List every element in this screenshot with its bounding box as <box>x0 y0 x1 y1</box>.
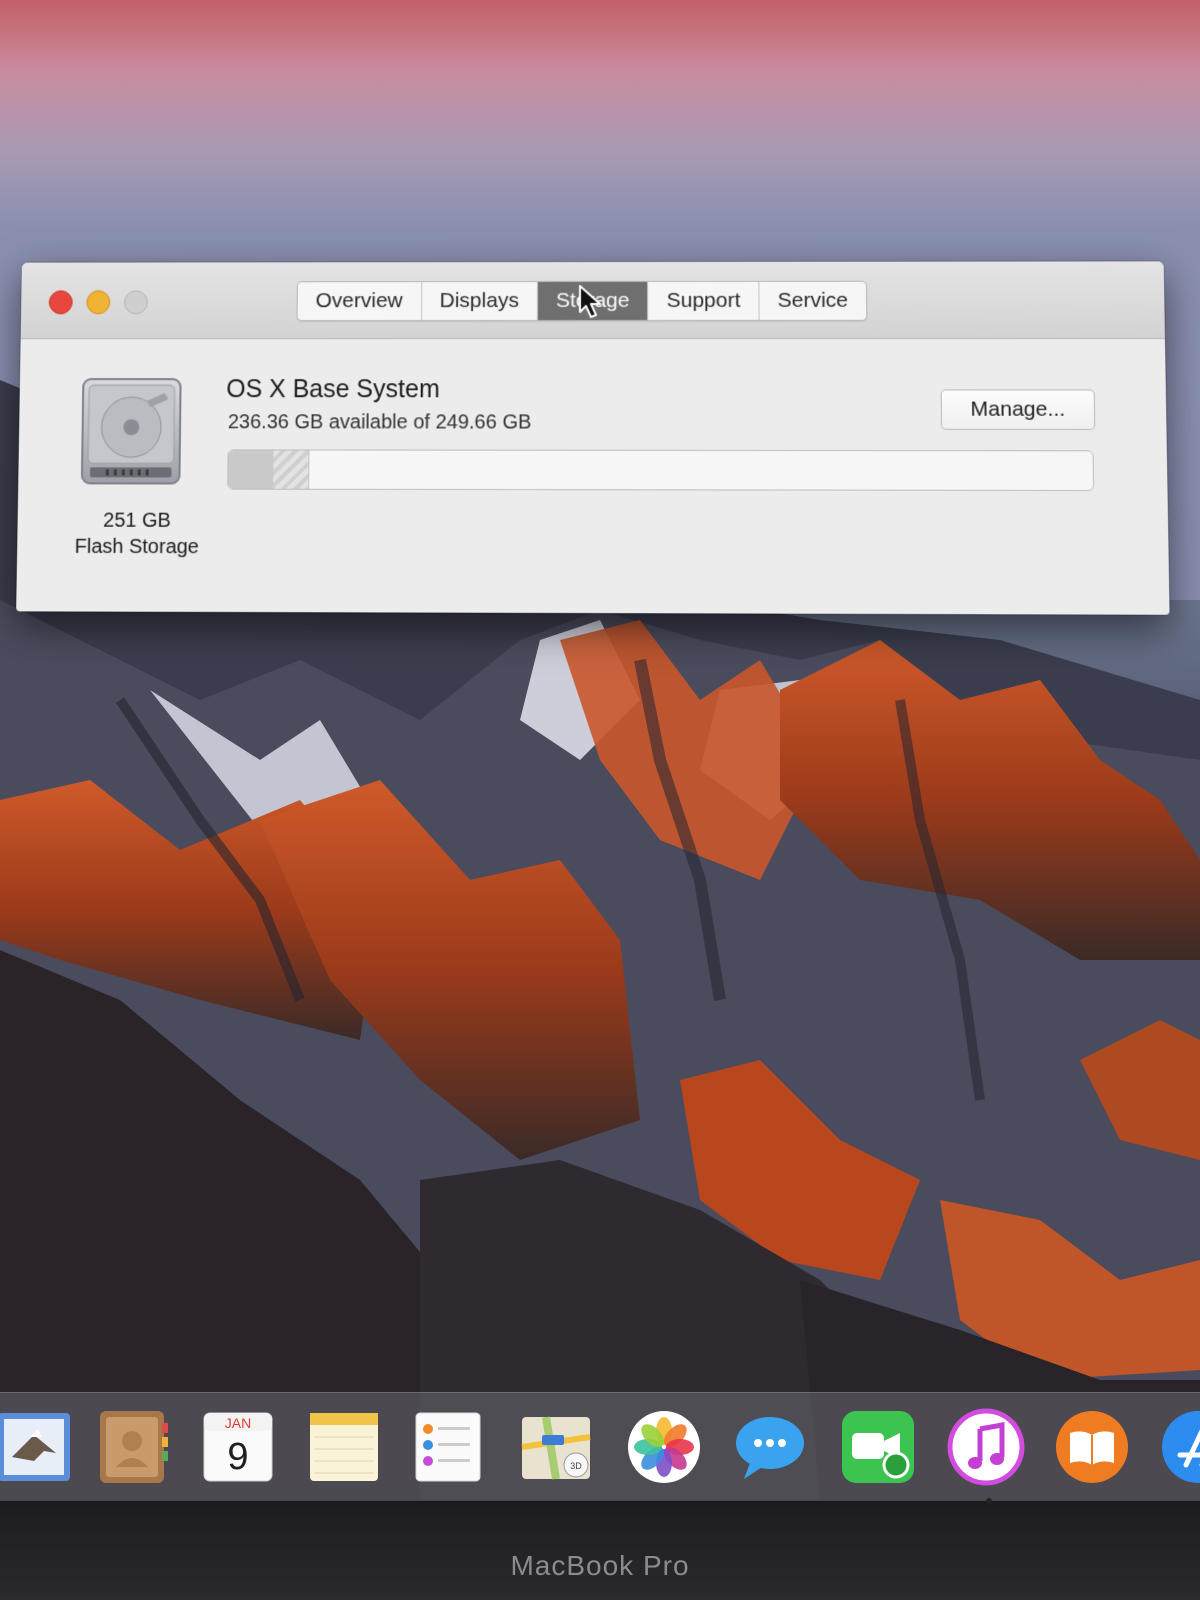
tab-service[interactable]: Service <box>759 282 866 320</box>
dock-item-calendar[interactable]: JAN 9 <box>198 1407 278 1487</box>
reminders-icon <box>408 1407 488 1487</box>
photos-icon <box>624 1407 704 1487</box>
dock-item-photos[interactable] <box>624 1407 704 1487</box>
calendar-month: JAN <box>225 1415 251 1431</box>
tab-support[interactable]: Support <box>649 282 760 320</box>
mountain-wallpaper <box>0 0 1200 1500</box>
zoom-button[interactable] <box>124 290 148 314</box>
hard-drive-icon <box>76 375 187 487</box>
dock-item-notes[interactable] <box>304 1407 384 1487</box>
close-button[interactable] <box>49 290 73 314</box>
about-this-mac-window: Overview Displays Storage Support Servic… <box>16 261 1169 614</box>
device-brand-label: MacBook Pro <box>0 1550 1200 1582</box>
dock-item-contacts[interactable] <box>92 1407 172 1487</box>
storage-usage-bar <box>227 449 1094 491</box>
disk-capacity-label: 251 GB <box>57 509 217 533</box>
storage-other-segment <box>274 450 310 488</box>
contacts-icon <box>92 1407 172 1487</box>
maps-icon: 3D <box>516 1407 596 1487</box>
dock-item-maps[interactable]: 3D <box>516 1407 596 1487</box>
disk-type-label: Flash Storage <box>45 536 229 560</box>
storage-pane: 251 GB Flash Storage OS X Base System 23… <box>16 339 1169 614</box>
notes-icon <box>304 1407 384 1487</box>
dock: JAN 9 3D <box>0 1392 1200 1501</box>
calendar-icon: JAN 9 <box>198 1407 278 1487</box>
manage-button[interactable]: Manage... <box>941 389 1096 430</box>
dock-item-ibooks[interactable] <box>1052 1407 1132 1487</box>
app-store-icon <box>1158 1407 1200 1487</box>
dock-item-mail[interactable] <box>0 1407 74 1487</box>
ibooks-icon <box>1052 1407 1132 1487</box>
dock-item-facetime[interactable] <box>838 1407 918 1487</box>
tab-overview[interactable]: Overview <box>298 282 422 320</box>
volume-availability: 236.36 GB available of 249.66 GB <box>228 411 532 434</box>
dock-running-indicator <box>986 1498 992 1504</box>
itunes-icon <box>946 1407 1026 1487</box>
minimize-button[interactable] <box>86 290 110 314</box>
tab-displays[interactable]: Displays <box>422 282 538 320</box>
storage-used-segment <box>228 450 274 488</box>
facetime-icon <box>838 1407 918 1487</box>
mouse-pointer-icon <box>578 284 604 320</box>
window-titlebar[interactable]: Overview Displays Storage Support Servic… <box>21 261 1165 339</box>
mail-icon <box>0 1407 74 1487</box>
dock-item-messages[interactable] <box>730 1407 810 1487</box>
maps-3d-badge: 3D <box>570 1461 582 1471</box>
dock-item-reminders[interactable] <box>408 1407 488 1487</box>
volume-name: OS X Base System <box>226 375 440 404</box>
dock-item-app-store[interactable] <box>1158 1407 1200 1487</box>
desktop-wallpaper <box>0 0 1200 1500</box>
messages-icon <box>730 1407 810 1487</box>
calendar-day: 9 <box>227 1436 248 1478</box>
dock-item-itunes[interactable] <box>946 1407 1026 1487</box>
